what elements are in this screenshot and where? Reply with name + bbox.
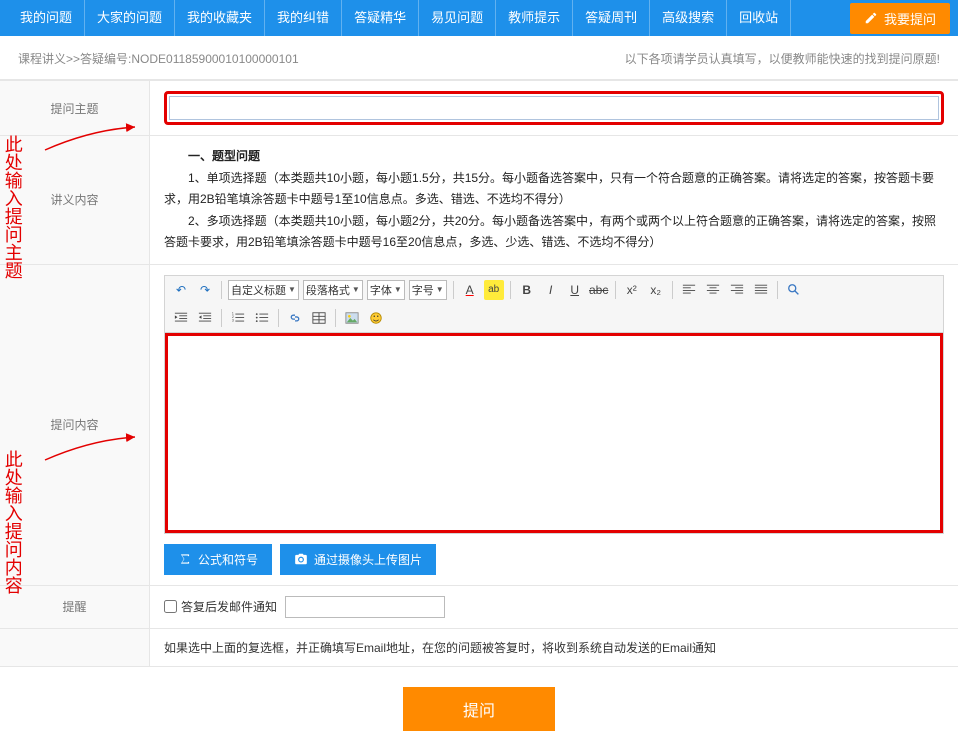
nav-essence[interactable]: 答疑精华 bbox=[342, 0, 419, 36]
superscript-icon[interactable]: x² bbox=[622, 280, 642, 300]
formula-icon bbox=[178, 552, 192, 566]
nav-favorites[interactable]: 我的收藏夹 bbox=[175, 0, 265, 36]
nav-recycle[interactable]: 回收站 bbox=[727, 0, 791, 36]
camera-upload-button[interactable]: 通过摄像头上传图片 bbox=[280, 544, 436, 575]
subscript-icon[interactable]: x₂ bbox=[646, 280, 666, 300]
label-body: 提问内容 bbox=[0, 265, 150, 585]
nav-weekly[interactable]: 答疑周刊 bbox=[573, 0, 650, 36]
top-nav: 我的问题 大家的问题 我的收藏夹 我的纠错 答疑精华 易见问题 教师提示 答疑周… bbox=[0, 0, 958, 36]
form-hint: 以下各项请学员认真填写，以便教师能快速的找到提问原题! bbox=[625, 50, 940, 67]
breadcrumb-course: 课程讲义 bbox=[18, 50, 66, 67]
label-empty bbox=[0, 629, 150, 666]
nav-corrections[interactable]: 我的纠错 bbox=[265, 0, 342, 36]
breadcrumb-node-id: NODE01185900010100000101 bbox=[131, 52, 298, 66]
table-icon[interactable] bbox=[309, 308, 329, 328]
nav-common[interactable]: 易见问题 bbox=[419, 0, 496, 36]
select-paragraph[interactable]: 段落格式▼ bbox=[303, 280, 363, 300]
submit-button[interactable]: 提问 bbox=[403, 687, 555, 731]
label-reminder: 提醒 bbox=[0, 586, 150, 628]
strike-icon[interactable]: abc bbox=[589, 280, 609, 300]
label-lecture: 讲义内容 bbox=[0, 136, 150, 264]
lecture-p2: 2、多项选择题（本类题共10小题，每小题2分，共20分。每小题备选答案中，有两个… bbox=[164, 211, 944, 254]
submit-row: 提问 bbox=[0, 666, 958, 751]
italic-icon[interactable]: I bbox=[541, 280, 561, 300]
subject-highlight-box bbox=[164, 91, 944, 125]
svg-text:3: 3 bbox=[232, 318, 234, 322]
lecture-p1: 1、单项选择题（本类题共10小题，每小题1.5分，共15分。每小题备选答案中，只… bbox=[164, 168, 944, 211]
bold-icon[interactable]: B bbox=[517, 280, 537, 300]
align-left-icon[interactable] bbox=[679, 280, 699, 300]
row-reminder: 提醒 答复后发邮件通知 bbox=[0, 585, 958, 628]
row-subject: 提问主题 bbox=[0, 80, 958, 135]
row-email-hint: 如果选中上面的复选框，并正确填写Email地址，在您的问题被答复时，将收到系统自… bbox=[0, 628, 958, 666]
breadcrumb-node-label: 答疑编号: bbox=[80, 50, 131, 67]
underline-icon[interactable]: U bbox=[565, 280, 585, 300]
row-lecture: 讲义内容 一、题型问题 1、单项选择题（本类题共10小题，每小题1.5分，共15… bbox=[0, 135, 958, 264]
unordered-list-icon[interactable] bbox=[252, 308, 272, 328]
highlight-icon[interactable]: ab bbox=[484, 280, 504, 300]
select-title[interactable]: 自定义标题▼ bbox=[228, 280, 299, 300]
email-input[interactable] bbox=[285, 596, 445, 618]
ask-question-label: 我要提问 bbox=[884, 9, 936, 28]
form-area: 此处输入提问主题 此处输入提问内容 提问主题 讲义内容 一、题型问题 1、单项选… bbox=[0, 80, 958, 751]
subject-input[interactable] bbox=[169, 96, 939, 120]
editor-toolbar: ↶ ↷ 自定义标题▼ 段落格式▼ 字体▼ 字号▼ A ab B I U abc bbox=[165, 276, 943, 333]
pencil-icon bbox=[864, 11, 878, 25]
nav-all-questions[interactable]: 大家的问题 bbox=[85, 0, 175, 36]
breadcrumb-sep: >> bbox=[66, 52, 80, 66]
breadcrumb-bar: 课程讲义 >> 答疑编号: NODE01185900010100000101 以… bbox=[0, 36, 958, 80]
email-hint-text: 如果选中上面的复选框，并正确填写Email地址，在您的问题被答复时，将收到系统自… bbox=[150, 629, 958, 666]
lecture-heading: 一、题型问题 bbox=[188, 149, 260, 163]
nav-advanced-search[interactable]: 高级搜索 bbox=[650, 0, 727, 36]
zoom-icon[interactable] bbox=[784, 280, 804, 300]
nav-teacher-tips[interactable]: 教师提示 bbox=[496, 0, 573, 36]
undo-icon[interactable]: ↶ bbox=[171, 280, 191, 300]
label-subject: 提问主题 bbox=[0, 81, 150, 135]
camera-icon bbox=[294, 552, 308, 566]
camera-button-label: 通过摄像头上传图片 bbox=[314, 551, 422, 568]
emoji-icon[interactable] bbox=[366, 308, 386, 328]
ask-question-button[interactable]: 我要提问 bbox=[850, 3, 950, 34]
rich-editor: ↶ ↷ 自定义标题▼ 段落格式▼ 字体▼ 字号▼ A ab B I U abc bbox=[164, 275, 944, 534]
link-icon[interactable] bbox=[285, 308, 305, 328]
formula-button-label: 公式和符号 bbox=[198, 551, 258, 568]
editor-body[interactable] bbox=[165, 333, 943, 533]
image-icon[interactable] bbox=[342, 308, 362, 328]
font-color-icon[interactable]: A bbox=[460, 280, 480, 300]
lecture-content: 一、题型问题 1、单项选择题（本类题共10小题，每小题1.5分，共15分。每小题… bbox=[150, 136, 958, 264]
ordered-list-icon[interactable]: 123 bbox=[228, 308, 248, 328]
redo-icon[interactable]: ↷ bbox=[195, 280, 215, 300]
select-fontsize[interactable]: 字号▼ bbox=[409, 280, 447, 300]
row-body: 提问内容 ↶ ↷ 自定义标题▼ 段落格式▼ 字体▼ 字号▼ A ab B I bbox=[0, 264, 958, 585]
align-justify-icon[interactable] bbox=[751, 280, 771, 300]
email-notify-label: 答复后发邮件通知 bbox=[181, 598, 277, 615]
indent-right-icon[interactable] bbox=[195, 308, 215, 328]
align-center-icon[interactable] bbox=[703, 280, 723, 300]
indent-left-icon[interactable] bbox=[171, 308, 191, 328]
align-right-icon[interactable] bbox=[727, 280, 747, 300]
select-font[interactable]: 字体▼ bbox=[367, 280, 405, 300]
nav-my-questions[interactable]: 我的问题 bbox=[8, 0, 85, 36]
email-notify-checkbox[interactable] bbox=[164, 600, 177, 613]
formula-button[interactable]: 公式和符号 bbox=[164, 544, 272, 575]
